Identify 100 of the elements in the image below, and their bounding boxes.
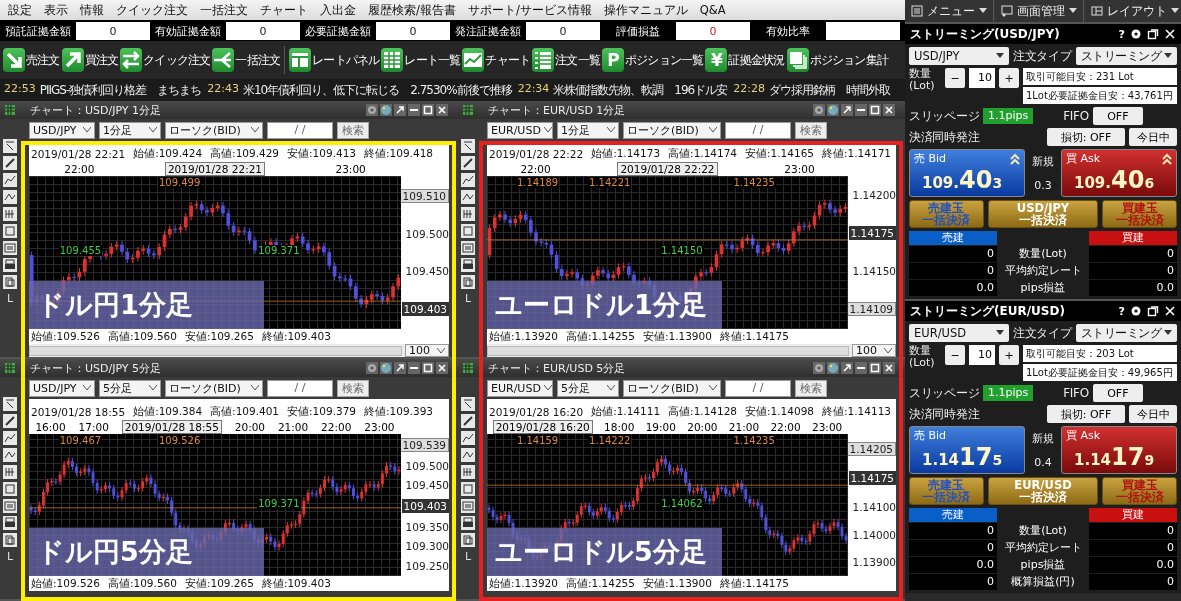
date-field[interactable]: / / (725, 379, 791, 397)
printer-icon (3, 516, 17, 530)
fifo-toggle[interactable]: OFF (1092, 384, 1143, 402)
dropdown[interactable]: EUR/USD (487, 121, 553, 139)
menu-item[interactable]: 操作マニュアル (603, 2, 688, 18)
quantity-field[interactable]: 10 (969, 345, 995, 365)
double-chevron-up-icon (1010, 153, 1020, 165)
news-headline[interactable]: PIIGS-独債利回り格差 まちまち (39, 81, 202, 99)
ohlc-text: 高値:109.560 (107, 329, 177, 344)
menu-item[interactable]: 情報 (80, 2, 104, 18)
fifo-toggle[interactable]: OFF (1092, 107, 1143, 125)
menu-button[interactable]: レイアウト (1085, 0, 1181, 22)
date-field[interactable]: / / (725, 121, 791, 139)
scrollbar[interactable] (487, 345, 849, 356)
stop-loss-button[interactable]: 損切: OFF (1047, 128, 1125, 146)
search-button[interactable]: 検索 (795, 379, 827, 397)
news-headline[interactable]: ダウ採用銘柄 時間外取 (768, 81, 890, 99)
dropdown[interactable]: ローソク(BID) (165, 121, 263, 139)
caret-icon (979, 8, 987, 14)
dropdown[interactable]: ローソク(BID) (165, 379, 263, 397)
menu-item[interactable]: 一括注文 (200, 2, 248, 18)
bulk-settle-button[interactable]: EUR/USD 一括決済 (987, 477, 1099, 505)
sell-price-button[interactable]: 売 Bid 1.14175 (909, 426, 1025, 474)
toolbar-button[interactable]: 一括注文 (212, 48, 281, 72)
news-headline[interactable]: 米株価指数先物、軟調 196ドル安 (553, 81, 728, 99)
window-tool-icon (3, 241, 17, 255)
high-price-label: 1.14222 (588, 435, 632, 446)
price-label: 109.500 (405, 227, 449, 240)
scrollbar[interactable] (29, 345, 402, 356)
toolbar-button[interactable]: ¥ 証拠金状況 (705, 48, 785, 72)
chart-caption: ユーロドル5分足 (487, 528, 722, 576)
buy-price-button[interactable]: 買 Ask 109.406 (1061, 149, 1177, 197)
zoom-dropdown[interactable]: 100 (852, 344, 896, 357)
window-tool-icon (3, 499, 17, 513)
toolbar-button[interactable]: 売注文 (3, 48, 60, 72)
menu-item[interactable]: 入出金 (320, 2, 356, 18)
close-icon (436, 104, 448, 116)
toolbar-button[interactable]: ポジション集計 (786, 48, 888, 72)
low-price-label: 109.371 (257, 497, 301, 509)
row-label: 平均約定レート (1003, 540, 1083, 556)
dropdown[interactable]: EUR/USD (487, 379, 553, 397)
zoom-dropdown[interactable]: 100 (405, 344, 449, 357)
dropdown[interactable]: ローソク(BID) (623, 379, 721, 397)
toolbar-button[interactable]: チャート (462, 48, 531, 72)
menu-item[interactable]: クイック注文 (116, 2, 188, 18)
palette-icon (380, 104, 392, 116)
toolbar-button[interactable]: P ポジション一覧 (602, 48, 704, 72)
search-button[interactable]: 検索 (795, 121, 827, 139)
quantity-field[interactable]: 10 (969, 68, 995, 88)
square-tool-icon (3, 224, 17, 238)
cursor-time-label: 2019/01/28 16:20 (492, 419, 593, 434)
menu-item[interactable]: 履歴検索/報告書 (368, 2, 456, 18)
dropdown[interactable]: ローソク(BID) (623, 121, 721, 139)
dropdown[interactable]: 1分足 (557, 121, 619, 139)
table-cell: 0 (1089, 263, 1177, 279)
date-field[interactable]: / / (267, 121, 333, 139)
buy-price-button[interactable]: 買 Ask 1.14179 (1061, 426, 1177, 474)
toolbar-button[interactable]: レート一覧 (381, 48, 461, 72)
currency-pair-dropdown[interactable]: USD/JPY (909, 47, 1009, 65)
stop-loss-button[interactable]: 損切: OFF (1047, 405, 1125, 423)
decrement-button[interactable]: − (945, 68, 965, 88)
decrement-button[interactable]: − (945, 345, 965, 365)
ohlc-text: 2019/01/28 18:55 (31, 405, 126, 418)
menu-item[interactable]: 設定 (8, 2, 32, 18)
menu-item[interactable]: 表示 (44, 2, 68, 18)
toolbar-button[interactable]: クイック注文 (120, 48, 211, 72)
increment-button[interactable]: + (999, 345, 1019, 365)
sell-price-button[interactable]: 売 Bid 109.403 (909, 149, 1025, 197)
toolbar-button[interactable]: レートパネル (289, 48, 380, 72)
dropdown[interactable]: 5分足 (557, 379, 619, 397)
currency-pair-dropdown[interactable]: EUR/USD (909, 324, 1009, 342)
toolbar-button[interactable]: 注文一覧 (532, 48, 601, 72)
search-button[interactable]: 検索 (337, 379, 369, 397)
expiry-button[interactable]: 今日中 (1129, 405, 1177, 423)
date-field[interactable]: / / (267, 379, 333, 397)
current-price-label: 109.403 (401, 498, 449, 513)
dropdown[interactable]: USD/JPY (29, 121, 95, 139)
time-label: 22:00 (321, 420, 352, 433)
menu-item[interactable]: チャート (260, 2, 308, 18)
grid-app-icon (462, 104, 474, 116)
menu-item[interactable]: サポート/サービス情報 (467, 2, 592, 18)
toolbar-button[interactable]: 買注文 (61, 48, 119, 72)
news-headline[interactable]: 米10年債利回り、低下に転じる 2.7530%前後で推移 (242, 81, 512, 99)
menu-item[interactable]: Q&A (699, 3, 726, 17)
order-type-dropdown[interactable]: ストリーミング (1075, 324, 1177, 342)
increment-button[interactable]: + (999, 68, 1019, 88)
help-button[interactable]: ? (1118, 27, 1125, 41)
dropdown[interactable]: USD/JPY (29, 379, 95, 397)
ohlc-text: 始値:109.526 (31, 329, 100, 344)
search-button[interactable]: 検索 (337, 121, 369, 139)
expiry-button[interactable]: 今日中 (1129, 128, 1177, 146)
menu-button[interactable]: 画面管理 (995, 0, 1084, 22)
dropdown[interactable]: 1分足 (99, 121, 161, 139)
price-label: 109.300 (405, 540, 449, 553)
price-label: 1.14150 (852, 265, 896, 278)
order-type-dropdown[interactable]: ストリーミング (1075, 47, 1177, 65)
bulk-settle-button[interactable]: USD/JPY 一括決済 (987, 200, 1099, 228)
menu-button[interactable]: メニュー (905, 0, 994, 22)
help-button[interactable]: ? (1118, 304, 1125, 318)
dropdown[interactable]: 5分足 (99, 379, 161, 397)
